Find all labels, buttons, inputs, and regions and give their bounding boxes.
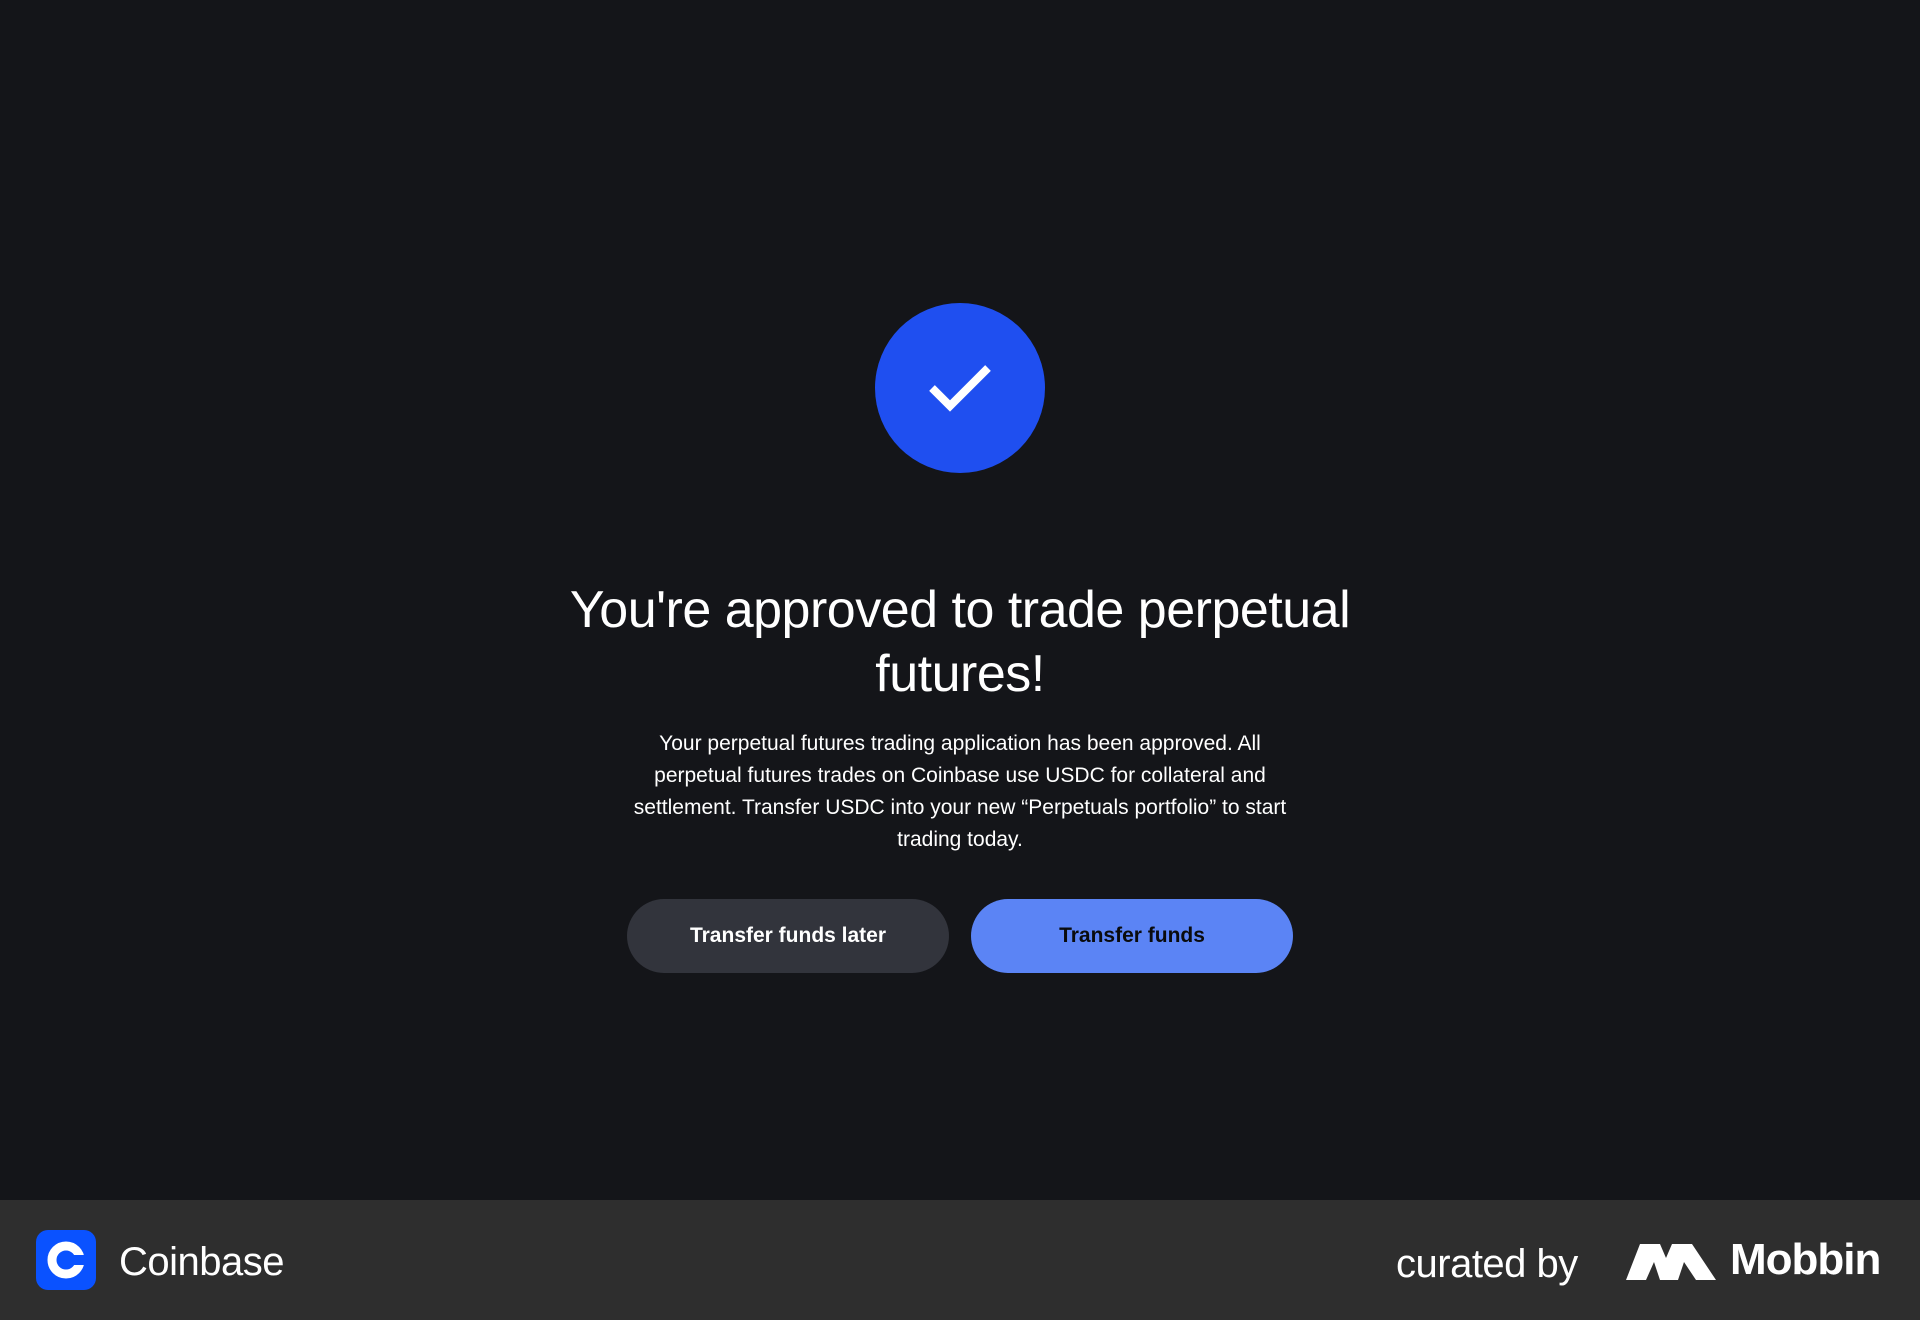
curated-by-label: curated by: [1396, 1242, 1578, 1286]
approval-description: Your perpetual futures trading applicati…: [633, 732, 1287, 851]
transfer-funds-button[interactable]: Transfer funds: [971, 899, 1293, 973]
mobbin-brand-name: Mobbin: [1730, 1235, 1881, 1284]
check-icon: [929, 365, 991, 412]
transfer-funds-later-button[interactable]: Transfer funds later: [627, 899, 949, 973]
footer-bar: Coinbase curated by Mobbin: [0, 1200, 1920, 1320]
coinbase-logo-icon: [36, 1230, 96, 1290]
coinbase-c-icon: [47, 1241, 85, 1279]
approval-screen: You're approved to trade perpetual futur…: [0, 0, 1920, 1200]
app-name: Coinbase: [119, 1240, 285, 1284]
mobbin-logo-icon: [1626, 1244, 1716, 1280]
success-badge: [875, 303, 1045, 473]
page-title: You're approved to trade perpetual futur…: [569, 581, 1351, 703]
